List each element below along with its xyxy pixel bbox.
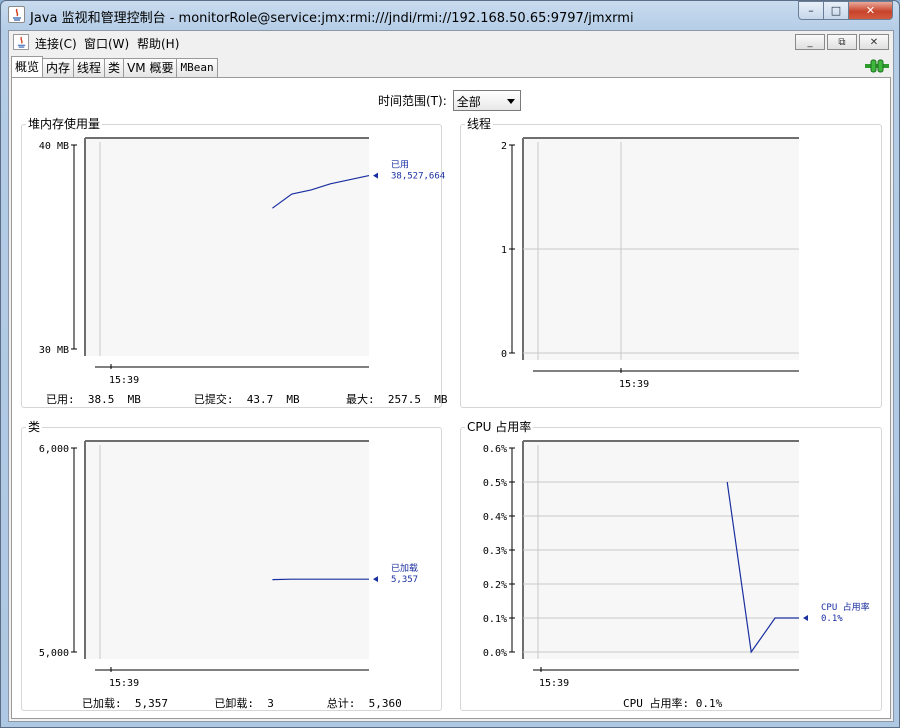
x-tick-label: 15:39 xyxy=(109,375,139,386)
classes-chart[interactable]: 6,000 5,000 15:39 已加载5,357 xyxy=(22,428,443,712)
cpu-usage-stats: CPU 占用率: 0.1% xyxy=(623,697,723,710)
window-title: Java 监视和管理控制台 - monitorRole@service:jmx:… xyxy=(30,11,634,26)
classes-panel: 类 6,000 5,000 15:39 已加载 5,357 已加载: 5,357 已卸载… xyxy=(21,418,443,712)
title-bar[interactable]: Java 监视和管理控制台 - monitorRole@service:jmx:… xyxy=(1,1,899,29)
heap-memory-stats: 已用: 38.5 MB 已提交: 43.7 MB 最大: 257.5 MB xyxy=(46,393,448,406)
x-tick-label: 15:39 xyxy=(619,379,649,390)
frame-restore-button[interactable]: ⧉ xyxy=(827,34,857,50)
y-tick-label: 0.0% xyxy=(483,648,507,659)
plot-area xyxy=(85,441,369,659)
application-window: Java 监视和管理控制台 - monitorRole@service:jmx:… xyxy=(0,0,900,728)
current-value-number: 38,527,664 xyxy=(391,172,445,182)
y-tick-label: 0.2% xyxy=(483,580,507,591)
current-value-name: 已加载 xyxy=(391,562,418,574)
tab-threads[interactable]: 线程 xyxy=(73,58,106,78)
threads-panel: 线程 2 1 0 15:39 xyxy=(460,115,883,409)
close-button[interactable]: ✕ xyxy=(849,1,893,20)
time-range-select[interactable]: 全部 xyxy=(452,90,521,111)
time-range-value: 全部 xyxy=(456,95,481,109)
time-range-label: 时间范围(T): xyxy=(378,94,447,108)
current-value-number: 0.1% xyxy=(821,614,843,624)
connection-status-icon xyxy=(865,59,889,73)
heap-memory-panel: 堆内存使用量 40 MB 30 MB 15:39 已用 38,527,664 已用: 3… xyxy=(21,115,448,409)
y-tick-label: 40 MB xyxy=(39,141,69,152)
current-value-marker xyxy=(373,576,378,583)
x-tick-label: 15:39 xyxy=(539,678,569,689)
current-value-marker xyxy=(803,615,808,621)
tab-classes[interactable]: 类 xyxy=(104,58,125,78)
y-tick-label: 1 xyxy=(501,245,507,256)
internal-frame-icon[interactable] xyxy=(13,34,29,50)
y-tick-label: 6,000 xyxy=(39,444,69,455)
menu-connection[interactable]: 连接(C) xyxy=(35,35,77,52)
frame-minimize-button[interactable]: _ xyxy=(795,34,825,50)
minimize-button[interactable]: – xyxy=(798,1,824,20)
heap-memory-chart[interactable]: 40 MB 30 MB 15:39 已用38,527,664 xyxy=(22,125,445,409)
y-tick-label: 5,000 xyxy=(39,648,69,659)
y-tick-label: 0.1% xyxy=(483,614,507,625)
classes-stats: 已加载: 5,357 已卸载: 3 总计: 5,360 xyxy=(82,697,402,710)
cpu-usage-panel: CPU 占用率 0.6% 0.5% 0.4% 0.3% 0.2% 0.1% 0.0% 15:3… xyxy=(460,418,883,712)
y-tick-label: 2 xyxy=(501,141,507,152)
plot-area xyxy=(85,138,369,356)
tab-overview[interactable]: 概览 xyxy=(11,56,44,78)
y-tick-label: 0.3% xyxy=(483,546,507,557)
current-value-marker xyxy=(373,172,378,179)
current-value-number: 5,357 xyxy=(391,575,418,585)
tab-bar: 概览 内存 线程 类 VM 概要 MBean xyxy=(11,56,218,78)
chevron-down-icon xyxy=(506,99,515,104)
overview-panel: 时间范围(T): 全部 堆内存使用量 40 MB 30 MB 15:39 已用 38,5… xyxy=(11,77,891,719)
time-range-control: 时间范围(T): 全部 xyxy=(378,90,521,111)
frame-close-button[interactable]: ✕ xyxy=(859,34,889,50)
menu-bar: 连接(C) 窗口(W) 帮助(H) _ ⧉ ✕ xyxy=(9,31,893,53)
x-tick-label: 15:39 xyxy=(109,678,139,689)
tab-memory[interactable]: 内存 xyxy=(42,58,75,78)
maximize-button[interactable]: □ xyxy=(824,1,849,20)
tab-mbeans[interactable]: MBean xyxy=(176,58,218,78)
menu-window[interactable]: 窗口(W) xyxy=(84,35,129,52)
java-app-icon xyxy=(8,6,25,23)
y-tick-label: 0.5% xyxy=(483,478,507,489)
cpu-usage-chart[interactable]: 0.6% 0.5% 0.4% 0.3% 0.2% 0.1% 0.0% 15:39 CPU 占用率… xyxy=(461,428,883,712)
y-tick-label: 30 MB xyxy=(39,345,69,356)
y-tick-label: 0.6% xyxy=(483,444,507,455)
client-area: 连接(C) 窗口(W) 帮助(H) _ ⧉ ✕ 概览 内存 线程 类 VM 概要… xyxy=(8,30,894,722)
y-tick-label: 0.4% xyxy=(483,512,507,523)
threads-chart[interactable]: 2 1 0 15:39 xyxy=(461,125,883,409)
y-tick-label: 0 xyxy=(501,349,507,360)
current-value-name: 已用 xyxy=(391,160,409,171)
current-value-name: CPU 占用率 xyxy=(821,601,870,613)
tab-vm-summary[interactable]: VM 概要 xyxy=(123,58,178,78)
menu-help[interactable]: 帮助(H) xyxy=(137,35,179,52)
